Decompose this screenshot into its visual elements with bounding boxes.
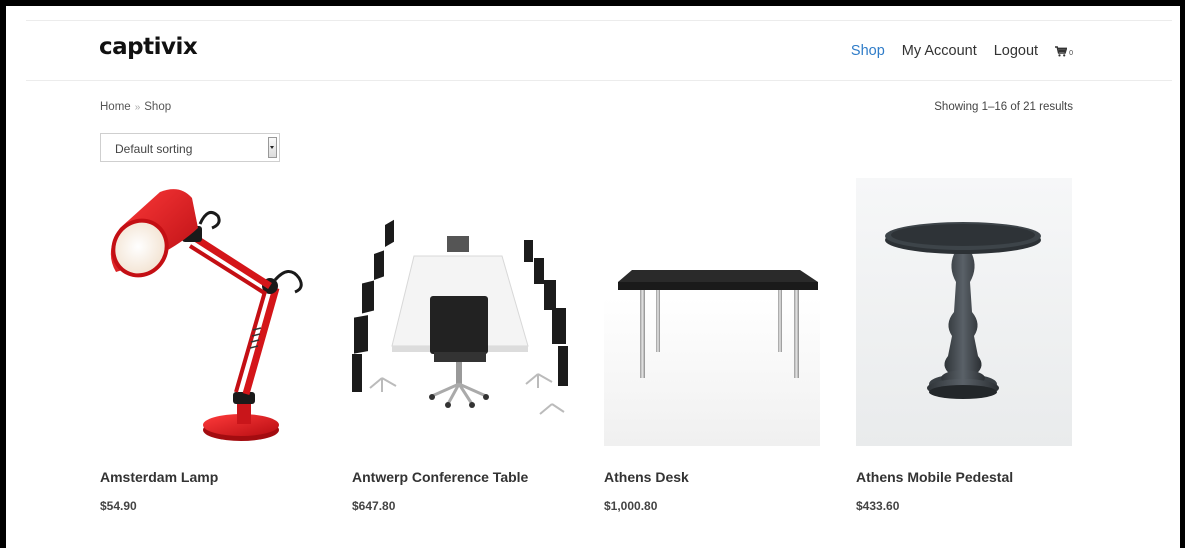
breadcrumb-current: Shop bbox=[144, 101, 172, 113]
conference-table-image[interactable] bbox=[352, 178, 568, 446]
header-divider bbox=[26, 80, 1172, 81]
nav-my-account[interactable]: My Account bbox=[902, 43, 977, 59]
cart-count: 0 bbox=[1069, 49, 1073, 57]
site-logo[interactable]: captivix bbox=[99, 34, 198, 60]
product-card[interactable]: Antwerp Conference Table $647.80 bbox=[352, 178, 568, 513]
nav-logout[interactable]: Logout bbox=[994, 43, 1038, 59]
breadcrumb-home[interactable]: Home bbox=[100, 101, 131, 113]
nav-shop[interactable]: Shop bbox=[851, 43, 885, 59]
product-card[interactable]: Athens Mobile Pedestal $433.60 bbox=[856, 178, 1072, 513]
product-name[interactable]: Amsterdam Lamp bbox=[100, 469, 218, 485]
product-price: $433.60 bbox=[856, 499, 900, 513]
product-price: $1,000.80 bbox=[604, 499, 658, 513]
product-name[interactable]: Athens Desk bbox=[604, 469, 689, 485]
desk-lamp-image[interactable] bbox=[100, 178, 316, 446]
product-card[interactable]: Athens Desk $1,000.80 bbox=[604, 178, 820, 513]
logo-text: captivix bbox=[99, 34, 198, 60]
result-count: Showing 1–16 of 21 results bbox=[934, 101, 1073, 113]
breadcrumb-separator: » bbox=[134, 102, 141, 113]
product-price: $647.80 bbox=[352, 499, 396, 513]
top-divider bbox=[26, 20, 1172, 21]
desk-image[interactable] bbox=[604, 178, 820, 446]
product-name[interactable]: Athens Mobile Pedestal bbox=[856, 469, 1013, 485]
main-nav: Shop My Account Logout 0 bbox=[851, 43, 1073, 59]
cart-icon bbox=[1055, 45, 1068, 56]
product-card[interactable]: Amsterdam Lamp $54.90 bbox=[100, 178, 316, 513]
pedestal-image[interactable] bbox=[856, 178, 1072, 446]
product-name[interactable]: Antwerp Conference Table bbox=[352, 469, 528, 485]
sort-select[interactable]: Default sorting bbox=[100, 133, 280, 162]
dropdown-arrow-icon bbox=[268, 137, 277, 158]
product-price: $54.90 bbox=[100, 499, 137, 513]
sort-selected-value: Default sorting bbox=[115, 142, 193, 156]
cart-link[interactable]: 0 bbox=[1055, 45, 1073, 57]
browser-frame: captivix Shop My Account Logout 0 Home» S… bbox=[0, 0, 1185, 548]
breadcrumb: Home» Shop bbox=[100, 101, 171, 113]
